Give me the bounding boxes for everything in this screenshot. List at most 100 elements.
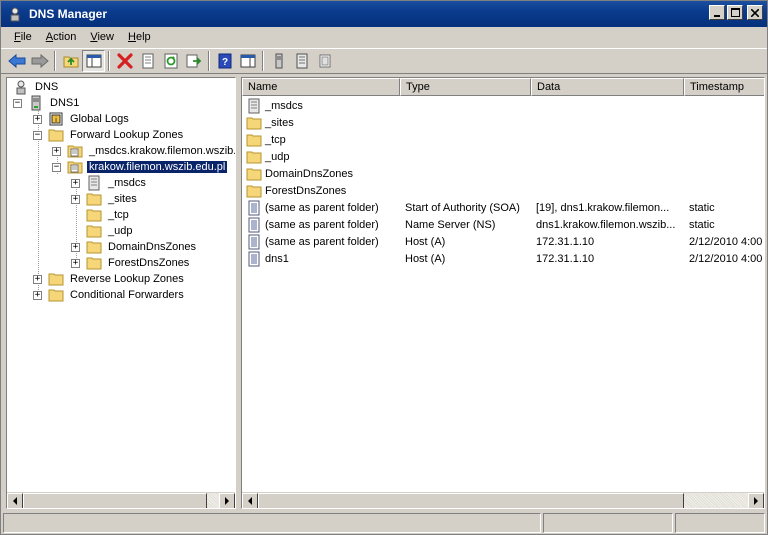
menu-view[interactable]: View [83, 29, 121, 45]
collapse-toggle[interactable]: − [52, 162, 61, 172]
list-row[interactable]: DomainDnsZones [242, 165, 764, 182]
expand-toggle[interactable]: + [71, 178, 80, 188]
list-row[interactable]: ForestDnsZones [242, 182, 764, 199]
help-button[interactable]: ? [213, 50, 236, 72]
collapse-toggle[interactable]: − [33, 130, 42, 140]
delete-button[interactable] [113, 50, 136, 72]
menu-help[interactable]: Help [121, 29, 158, 45]
console-tree-pane: DNS − DNS1 + i Global Logs − Forward Loo… [6, 77, 236, 509]
new-server-button[interactable] [267, 50, 290, 72]
toolbar-separator [208, 51, 210, 71]
folder-icon [246, 185, 262, 197]
arrow-right-icon [754, 496, 758, 505]
up-one-level-button[interactable] [59, 50, 82, 72]
scroll-track[interactable] [23, 492, 219, 508]
expand-toggle[interactable]: + [71, 258, 80, 268]
collapse-toggle[interactable]: − [13, 98, 22, 108]
tree-node-forward-lookup-zones[interactable]: − Forward Lookup Zones [33, 127, 185, 143]
tree-label-msdcs-zone: _msdcs.krakow.filemon.wszib.e [89, 145, 236, 157]
tree-node-dns-root[interactable]: DNS [13, 79, 60, 95]
new-record-button[interactable] [313, 50, 336, 72]
record-type: Name Server (NS) [405, 218, 496, 231]
maximize-button[interactable] [727, 5, 743, 20]
toolbar-separator [262, 51, 264, 71]
menu-file[interactable]: File [7, 29, 39, 45]
export-list-button[interactable] [182, 50, 205, 72]
scroll-thumb[interactable] [23, 492, 207, 508]
folder-icon [86, 209, 102, 222]
dns-manager-window: DNS Manager File Action View Help ? DNS … [0, 0, 768, 535]
list-horizontal-scrollbar[interactable] [242, 492, 764, 508]
show-hide-console-tree-button[interactable] [82, 50, 105, 72]
record-type: Start of Authority (SOA) [405, 201, 520, 214]
list-row[interactable]: _udp [242, 148, 764, 165]
menu-action[interactable]: Action [39, 29, 84, 45]
expand-toggle[interactable]: + [71, 242, 80, 252]
tree-node-sub-tcp[interactable]: _tcp [86, 207, 131, 223]
scroll-track[interactable] [258, 492, 748, 508]
column-header-type[interactable]: Type [400, 78, 531, 96]
list-row[interactable]: (same as parent folder) Host (A) 172.31.1.… [242, 233, 764, 250]
tree-node-server-dns1[interactable]: − DNS1 [13, 95, 81, 111]
arrow-right-icon [225, 496, 229, 505]
scroll-thumb[interactable] [258, 492, 684, 508]
list-row[interactable]: dns1 Host (A) 172.31.1.10 2/12/2010 4:00 [242, 250, 764, 267]
back-arrow-icon [7, 53, 25, 69]
expand-toggle[interactable]: + [71, 194, 80, 204]
dns-record-icon [248, 234, 260, 249]
forward-button[interactable] [28, 50, 51, 72]
scroll-left-button[interactable] [7, 492, 23, 508]
arrow-left-icon [248, 496, 252, 505]
new-zone-button[interactable] [290, 50, 313, 72]
list-row[interactable]: (same as parent folder) Name Server (NS) d… [242, 216, 764, 233]
expand-toggle[interactable]: + [33, 290, 42, 300]
list-row[interactable]: _msdcs [242, 97, 764, 114]
title-bar[interactable]: DNS Manager [1, 1, 767, 27]
tree-node-msdcs-zone[interactable]: + _msdcs.krakow.filemon.wszib.e [52, 143, 236, 159]
zone-icon [296, 53, 307, 69]
tree-horizontal-scrollbar[interactable] [7, 492, 235, 508]
record-type: Host (A) [405, 235, 446, 248]
column-header-name[interactable]: Name [242, 78, 400, 96]
tree-node-sub-domaindnszones[interactable]: + DomainDnsZones [71, 239, 198, 255]
list-row[interactable]: _tcp [242, 131, 764, 148]
menu-action-label: ction [53, 31, 77, 43]
column-header-timestamp[interactable]: Timestamp [684, 78, 764, 96]
tree-label-conditional-forwarders: Conditional Forwarders [70, 289, 184, 301]
delete-x-icon [116, 53, 133, 69]
zone-icon [67, 145, 83, 158]
expand-toggle[interactable]: + [33, 114, 42, 124]
tree-node-krakow-zone[interactable]: − krakow.filemon.wszib.edu.pl [52, 159, 229, 175]
scroll-right-button[interactable] [748, 492, 764, 508]
tree-node-sub-udp[interactable]: _udp [86, 223, 134, 239]
minimize-button[interactable] [709, 5, 725, 20]
tree-node-reverse-lookup-zones[interactable]: + Reverse Lookup Zones [33, 271, 186, 287]
tree-node-sub-sites[interactable]: + _sites [71, 191, 139, 207]
back-button[interactable] [5, 50, 28, 72]
menu-file-label: ile [20, 31, 32, 43]
folder-icon [48, 129, 64, 142]
zone-icon [88, 175, 100, 191]
tree-label-sub-sites: _sites [108, 193, 137, 205]
tree-node-conditional-forwarders[interactable]: + Conditional Forwarders [33, 287, 186, 303]
close-button[interactable] [747, 5, 763, 20]
scroll-left-button[interactable] [242, 492, 258, 508]
tree-label-global-logs: Global Logs [70, 113, 129, 125]
properties-button[interactable] [136, 50, 159, 72]
list-header: Name Type Data Timestamp [242, 78, 764, 96]
expand-toggle[interactable]: + [52, 146, 61, 156]
list-row[interactable]: (same as parent folder) Start of Authorit… [242, 199, 764, 216]
scroll-right-button[interactable] [219, 492, 235, 508]
column-header-data[interactable]: Data [531, 78, 684, 96]
tree-node-sub-msdcs[interactable]: + _msdcs [71, 175, 148, 191]
tree-label-dns: DNS [35, 81, 59, 93]
show-hide-action-pane-button[interactable] [236, 50, 259, 72]
record-type: Host (A) [405, 252, 446, 265]
tree-node-sub-forestdnszones[interactable]: + ForestDnsZones [71, 255, 191, 271]
tree-label-reverse-zones: Reverse Lookup Zones [70, 273, 184, 285]
expand-toggle[interactable]: + [33, 274, 42, 284]
list-row[interactable]: _sites [242, 114, 764, 131]
minimize-icon [714, 14, 720, 17]
refresh-button[interactable] [159, 50, 182, 72]
tree-node-global-logs[interactable]: + i Global Logs [33, 111, 131, 127]
